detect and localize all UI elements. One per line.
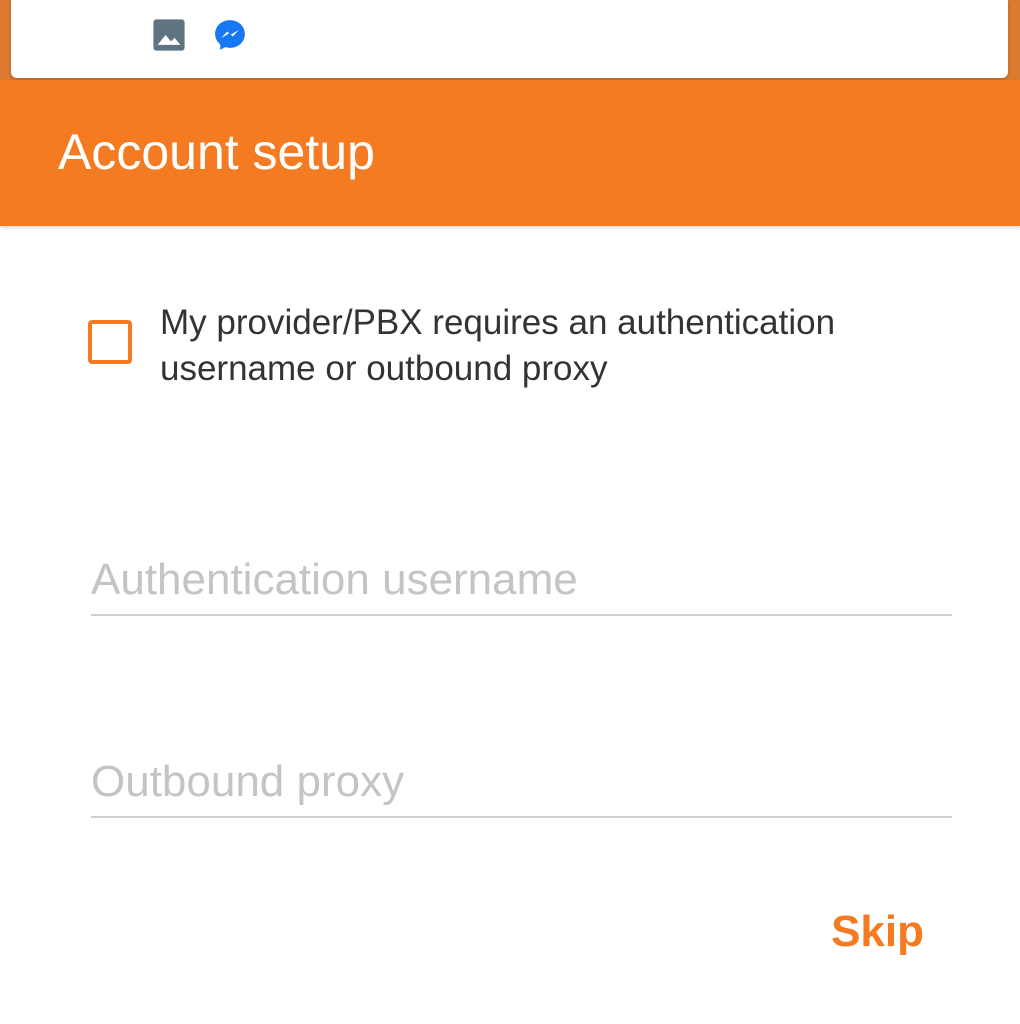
notification-card[interactable] <box>11 0 1008 78</box>
image-icon <box>153 19 185 51</box>
page-title: Account setup <box>58 124 375 180</box>
messenger-icon <box>215 20 245 50</box>
outbound-proxy-input[interactable] <box>91 748 952 818</box>
skip-button[interactable]: Skip <box>831 902 924 962</box>
auth-username-input[interactable] <box>91 546 952 616</box>
app-bar: Account setup <box>0 80 1020 226</box>
auth-proxy-checkbox-row[interactable]: My provider/PBX requires an authenticati… <box>88 300 948 392</box>
auth-proxy-checkbox[interactable] <box>88 320 132 364</box>
auth-proxy-checkbox-label[interactable]: My provider/PBX requires an authenticati… <box>160 300 948 392</box>
